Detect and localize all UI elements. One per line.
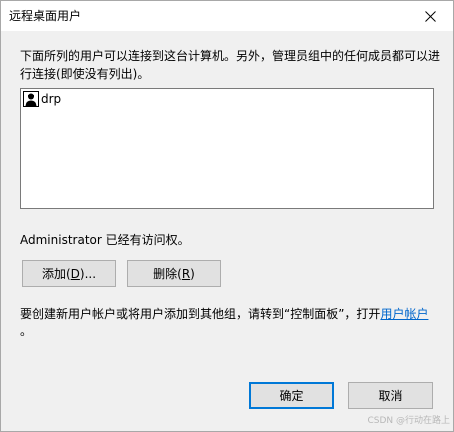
hint-text-end: 。 xyxy=(20,324,33,338)
user-listbox[interactable]: drp xyxy=(20,88,434,209)
user-icon xyxy=(23,91,39,107)
user-accounts-link[interactable]: 用户帐户 xyxy=(380,307,428,321)
dialog-window: 远程桌面用户 下面所列的用户可以连接到这台计算机。另外，管理员组中的任何成员都可… xyxy=(0,0,454,432)
remove-button-label-suffix: ) xyxy=(190,266,195,281)
remove-button-accesskey: R xyxy=(181,266,191,281)
add-button-label-suffix: )... xyxy=(79,266,97,281)
add-button-label-prefix: 添加( xyxy=(41,267,71,281)
close-icon xyxy=(424,10,436,22)
window-title: 远程桌面用户 xyxy=(9,9,82,23)
list-item[interactable]: drp xyxy=(23,91,61,107)
title-bar: 远程桌面用户 xyxy=(1,1,453,31)
ok-button[interactable]: 确定 xyxy=(249,382,334,409)
hint-text-body: 要创建新用户帐户或将用户添加到其他组，请转到“控制面板”，打开 xyxy=(20,307,381,321)
remove-button-label-prefix: 删除( xyxy=(153,267,182,281)
close-button[interactable] xyxy=(407,1,453,31)
cancel-button[interactable]: 取消 xyxy=(348,382,433,409)
hint-text: 要创建新用户帐户或将用户添加到其他组，请转到“控制面板”，打开用户帐户 xyxy=(20,306,440,322)
description-text: 下面所列的用户可以连接到这台计算机。另外，管理员组中的任何成员都可以进行连接(即… xyxy=(20,49,441,81)
list-item-label: drp xyxy=(41,92,62,106)
access-info-text: Administrator 已经有访问权。 xyxy=(20,233,190,247)
add-button-accesskey: D xyxy=(70,266,80,281)
watermark: CSDN @行动在路上 xyxy=(367,416,450,426)
add-button[interactable]: 添加(D)... xyxy=(22,260,116,287)
remove-button[interactable]: 删除(R) xyxy=(127,260,221,287)
